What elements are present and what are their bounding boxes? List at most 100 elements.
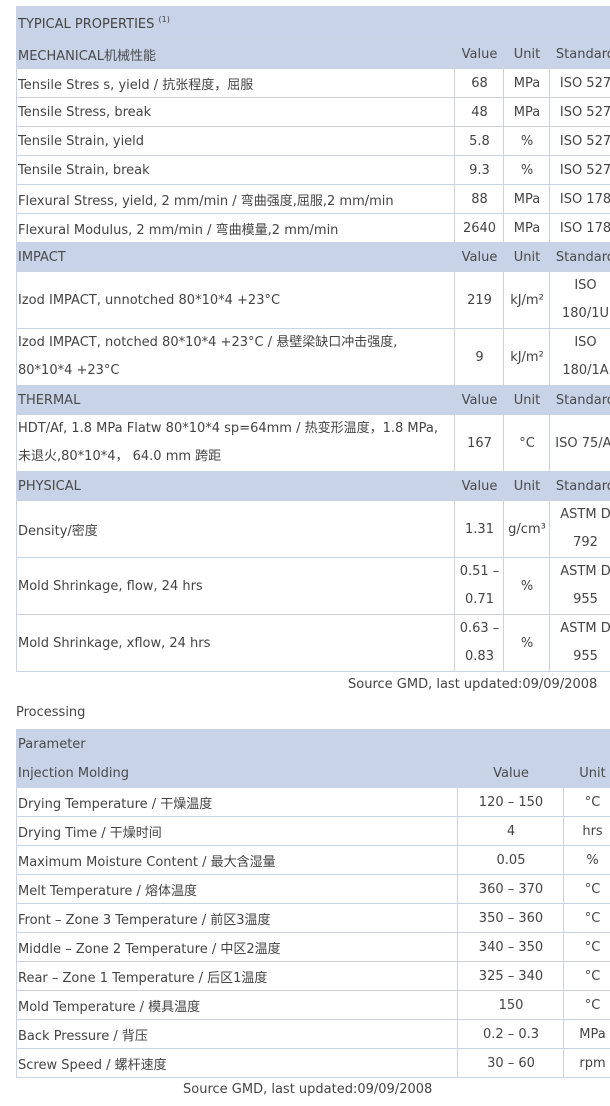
standard-col-header: Standard [549,471,610,501]
table-row: Tensile Stress, break 48 MPa ISO 527 [16,97,610,127]
table-row: Izod IMPACT, notched 80*10*4 +23°C / 悬壁梁… [16,328,610,386]
parameter-unit: °C [562,990,610,1020]
property-value: 0.51 – 0.71 [454,557,504,615]
value-col-header: Value [454,385,504,415]
property-unit: MPa [503,213,550,243]
property-standard: ISO 178 [549,213,610,243]
parameter-label: Melt Temperature / 熔体温度 [16,874,458,904]
property-label: Tensile Strain, break [16,155,455,185]
property-label: Tensile Stres s, yield / 抗张程度，屈服 [16,68,455,98]
parameter-unit: °C [562,961,610,991]
property-label: Tensile Stress, break [16,97,455,127]
property-value: 68 [454,68,504,98]
property-value: 219 [454,271,504,329]
property-standard: ISO 180/1U [549,271,610,329]
property-value: 5.8 [454,126,504,156]
parameter-unit: hrs [562,816,610,846]
group-header-row: Injection Molding Value Unit [16,758,610,788]
parameter-unit: MPa [562,1019,610,1049]
value-col-header: Value [457,758,564,788]
source-note: Source GMD, last updated:09/09/2008 [348,677,598,692]
unit-col-header: Unit [503,385,550,415]
value-col-header: Value [454,471,504,501]
property-standard: ISO 527 [549,97,610,127]
property-standard: ISO 527 [549,126,610,156]
property-unit: MPa [503,68,550,98]
table-row: Back Pressure / 背压 0.2 – 0.3 MPa [16,1019,610,1049]
property-value: 9 [454,328,504,386]
property-value: 48 [454,97,504,127]
property-unit: % [503,126,550,156]
processing-table: Parameter Injection Molding Value Unit D… [15,729,610,1078]
parameter-label: Maximum Moisture Content / 最大含湿量 [16,845,458,875]
table-row: Drying Temperature / 干燥温度 120 – 150 °C [16,787,610,817]
property-label: Density/密度 [16,500,455,558]
parameter-label: Drying Time / 干燥时间 [16,816,458,846]
parameter-label: Screw Speed / 螺杆速度 [16,1048,458,1078]
typical-properties-table: TYPICAL PROPERTIES (1) MECHANICAL机械性能 Val… [16,6,610,672]
property-value: 167 [454,414,504,472]
property-value: 0.63 – 0.83 [454,614,504,672]
table-row: Mold Shrinkage, xflow, 24 hrs 0.63 – 0.83… [16,614,610,672]
property-unit: kJ/m² [503,271,550,329]
parameter-unit: °C [562,932,610,962]
section-name: MECHANICAL机械性能 [16,39,455,69]
parameter-label: Drying Temperature / 干燥温度 [16,787,458,817]
value-col-header: Value [454,242,504,272]
property-unit: % [503,155,550,185]
parameter-header: Parameter [15,729,610,759]
property-standard: ISO 527 [549,155,610,185]
unit-col-header: Unit [503,39,550,69]
unit-col-header: Unit [503,471,550,501]
table-row: Flexural Stress, yield, 2 mm/min / 弯曲强度,… [16,184,610,214]
table-row: Melt Temperature / 熔体温度 360 – 370 °C [16,874,610,904]
parameter-value: 120 – 150 [457,787,564,817]
property-label: Izod IMPACT, notched 80*10*4 +23°C / 悬壁梁… [16,328,455,386]
property-standard: ISO 178 [549,184,610,214]
section-header-row: THERMAL Value Unit Standard [16,385,610,415]
parameter-label: Mold Temperature / 模具温度 [16,990,458,1020]
property-label: Tensile Strain, yield [16,126,455,156]
property-unit: MPa [503,184,550,214]
table-row: Rear – Zone 1 Temperature / 后区1温度 325 – 3… [16,961,610,991]
property-unit: % [503,614,550,672]
parameter-label: Rear – Zone 1 Temperature / 后区1温度 [16,961,458,991]
property-value: 1.31 [454,500,504,558]
property-value: 88 [454,184,504,214]
table-row: Mold Shrinkage, flow, 24 hrs 0.51 – 0.71%… [16,557,610,615]
parameter-unit: °C [562,787,610,817]
parameter-unit: °C [562,874,610,904]
parameter-value: 340 – 350 [457,932,564,962]
processing-source-note: Source GMD, last updated:09/09/2008 [183,1082,433,1097]
property-unit: MPa [503,97,550,127]
property-standard: ASTM D 955 [549,557,610,615]
table-row: Izod IMPACT, unnotched 80*10*4 +23°C 219 k… [16,271,610,329]
parameter-value: 0.2 – 0.3 [457,1019,564,1049]
table-row: Front – Zone 3 Temperature / 前区3温度 350 – … [16,903,610,933]
group-name: Injection Molding [16,758,458,788]
property-label: Mold Shrinkage, xflow, 24 hrs [16,614,455,672]
table-title: TYPICAL PROPERTIES (1) [16,6,610,40]
parameter-value: 30 – 60 [457,1048,564,1078]
parameter-value: 0.05 [457,845,564,875]
section-name: IMPACT [16,242,455,272]
property-standard: ASTM D 955 [549,614,610,672]
parameter-label: Back Pressure / 背压 [16,1019,458,1049]
property-unit: kJ/m² [503,328,550,386]
property-standard: ISO 75/Af [549,414,610,472]
property-standard: ISO 527 [549,68,610,98]
value-col-header: Value [454,39,504,69]
table-row: Drying Time / 干燥时间 4 hrs [16,816,610,846]
standard-col-header: Standard [549,39,610,69]
processing-heading: Processing [16,705,86,720]
table-row: Mold Temperature / 模具温度 150 °C [16,990,610,1020]
parameter-value: 150 [457,990,564,1020]
parameter-value: 360 – 370 [457,874,564,904]
property-label: Flexural Stress, yield, 2 mm/min / 弯曲强度,… [16,184,455,214]
property-label: Mold Shrinkage, flow, 24 hrs [16,557,455,615]
property-label: Izod IMPACT, unnotched 80*10*4 +23°C [16,271,455,329]
property-unit: % [503,557,550,615]
property-value: 9.3 [454,155,504,185]
table-row: Tensile Strain, break 9.3% ISO 527 [16,155,610,185]
unit-col-header: Unit [562,758,610,788]
